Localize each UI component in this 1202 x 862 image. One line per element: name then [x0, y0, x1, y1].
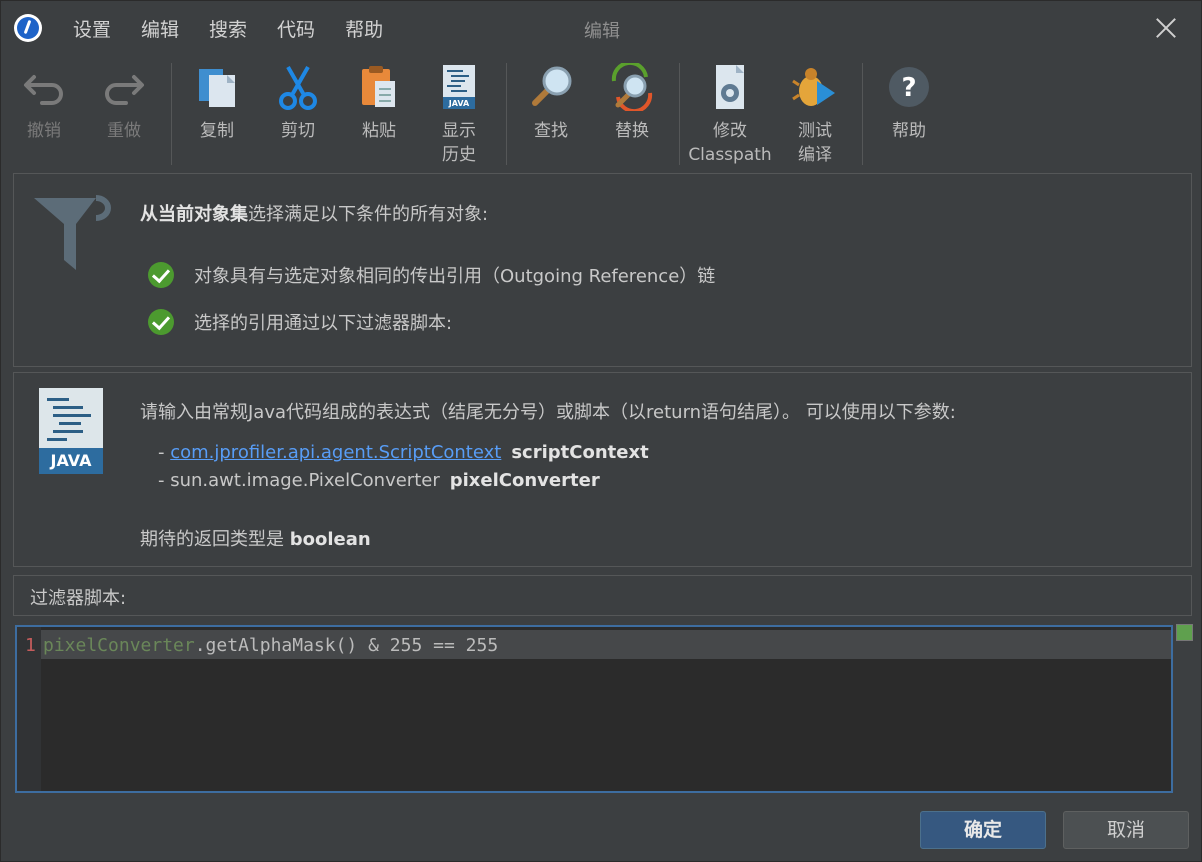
check-icon [148, 309, 174, 335]
undo-button[interactable]: 撤销 [4, 59, 84, 143]
return-type-text: 期待的返回类型是 boolean [140, 525, 371, 551]
dialog-window: 设置 编辑 搜索 代码 帮助 编辑 撤销 重做 复制 剪切 粘贴 JAVA 显示… [0, 0, 1202, 862]
modify-classpath-label-2: Classpath [688, 145, 772, 165]
redo-icon [100, 63, 148, 111]
help-question-icon: ? [885, 63, 933, 111]
check-icon [148, 262, 174, 288]
script-context-link[interactable]: com.jprofiler.api.agent.ScriptContext [170, 442, 501, 463]
find-label: 查找 [534, 121, 568, 141]
window-title: 编辑 [584, 21, 620, 42]
line-number: 1 [25, 635, 36, 656]
help-button[interactable]: ? 帮助 [869, 59, 949, 143]
script-label-panel: 过滤器脚本: [13, 575, 1192, 616]
svg-text:JAVA: JAVA [448, 99, 470, 108]
title-bar: 设置 编辑 搜索 代码 帮助 编辑 [1, 1, 1201, 55]
svg-text:?: ? [901, 73, 916, 103]
redo-button[interactable]: 重做 [84, 59, 164, 143]
bug-play-icon [791, 63, 839, 111]
replace-button[interactable]: 替换 [592, 59, 672, 143]
condition-item: 选择的引用通过以下过滤器脚本: [148, 309, 452, 335]
find-button[interactable]: 查找 [511, 59, 591, 143]
scissors-icon [274, 63, 322, 111]
clipboard-icon [355, 63, 403, 111]
test-compile-label-1: 测试 [798, 121, 832, 141]
toolbar-separator [506, 63, 507, 165]
toolbar-separator [171, 63, 172, 165]
condition-text: 对象具有与选定对象相同的传出引用（Outgoing Reference）链 [194, 266, 716, 287]
script-intro-text: 请输入由常规Java代码组成的表达式（结尾无分号）或脚本（以return语句结尾… [140, 402, 956, 423]
java-history-icon: JAVA [435, 63, 483, 111]
close-icon[interactable] [1154, 15, 1178, 39]
code-line[interactable]: pixelConverter.getAlphaMask() & 255 == 2… [43, 635, 498, 656]
show-history-button[interactable]: JAVA 显示 历史 [419, 59, 499, 167]
param-dash: - [158, 470, 171, 491]
cut-button[interactable]: 剪切 [258, 59, 338, 143]
param-name: scriptContext [511, 442, 649, 463]
toolbar-separator [679, 63, 680, 165]
funnel-icon [34, 194, 112, 272]
undo-label: 撤销 [27, 121, 61, 141]
undo-icon [20, 63, 68, 111]
show-history-label-1: 显示 [442, 121, 476, 141]
param-row: - sun.awt.image.PixelConverter pixelConve… [158, 470, 600, 491]
return-prefix: 期待的返回类型是 [140, 529, 290, 550]
magnifier-icon [527, 63, 575, 111]
modify-classpath-button[interactable]: 修改 Classpath [685, 59, 775, 167]
modify-classpath-label-1: 修改 [713, 121, 747, 141]
code-variable: pixelConverter [43, 635, 195, 656]
java-file-icon: JAVA [39, 388, 103, 474]
param-row: - com.jprofiler.api.agent.ScriptContext s… [158, 442, 649, 463]
classpath-gear-icon [706, 63, 754, 111]
copy-icon [193, 63, 241, 111]
condition-item: 对象具有与选定对象相同的传出引用（Outgoing Reference）链 [148, 262, 715, 288]
paste-label: 粘贴 [362, 121, 396, 141]
copy-button[interactable]: 复制 [177, 59, 257, 143]
script-info-panel: JAVA 请输入由常规Java代码组成的表达式（结尾无分号）或脚本（以retur… [13, 372, 1192, 567]
param-type: sun.awt.image.PixelConverter [170, 470, 440, 491]
code-editor[interactable]: 1 pixelConverter.getAlphaMask() & 255 ==… [15, 625, 1173, 793]
cut-label: 剪切 [281, 121, 315, 141]
java-label: JAVA [39, 448, 103, 474]
filter-heading-bold: 从当前对象集 [140, 204, 248, 225]
copy-label: 复制 [200, 121, 234, 141]
paste-button[interactable]: 粘贴 [339, 59, 419, 143]
filter-condition-panel: 从当前对象集选择满足以下条件的所有对象: 对象具有与选定对象相同的传出引用（Ou… [13, 173, 1192, 367]
filter-heading-rest: 选择满足以下条件的所有对象: [248, 204, 489, 225]
test-compile-button[interactable]: 测试 编译 [775, 59, 855, 167]
replace-icon [608, 60, 656, 114]
return-type: boolean [289, 529, 371, 550]
param-name: pixelConverter [449, 470, 600, 491]
replace-label: 替换 [615, 121, 649, 141]
toolbar-separator [862, 63, 863, 165]
cancel-button[interactable]: 取消 [1063, 811, 1189, 849]
filter-script-label: 过滤器脚本: [30, 588, 127, 609]
ok-button[interactable]: 确定 [920, 811, 1046, 849]
param-dash: - [158, 442, 171, 463]
test-compile-label-2: 编译 [798, 145, 832, 165]
status-ok-marker [1176, 624, 1193, 641]
filter-heading: 从当前对象集选择满足以下条件的所有对象: [140, 200, 488, 226]
code-expression: .getAlphaMask() & 255 == 255 [194, 635, 499, 656]
condition-text: 选择的引用通过以下过滤器脚本: [194, 313, 453, 334]
redo-label: 重做 [107, 121, 141, 141]
toolbar: 撤销 重做 复制 剪切 粘贴 JAVA 显示 历史 查找 替换 修改 Class… [1, 59, 1201, 169]
show-history-label-2: 历史 [442, 145, 476, 165]
help-label: 帮助 [892, 121, 926, 141]
